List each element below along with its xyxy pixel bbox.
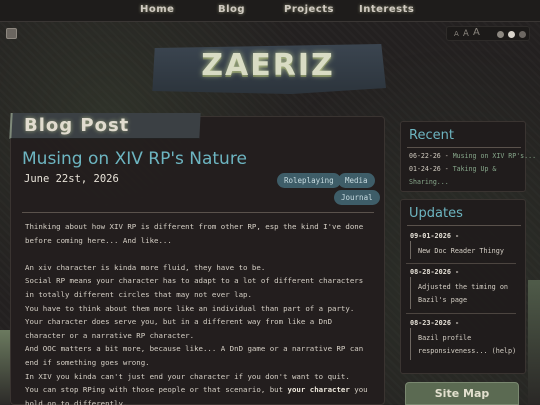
update-separator bbox=[406, 263, 516, 264]
recent-item[interactable]: Sharing... bbox=[409, 178, 449, 186]
post-bold-text: your character bbox=[287, 385, 350, 395]
update-bar bbox=[410, 328, 411, 360]
update-bar bbox=[410, 277, 411, 309]
recent-link[interactable]: Taking Up & bbox=[453, 165, 497, 173]
post-paragraph: Thinking about how XIV RP is different f… bbox=[25, 222, 364, 245]
recent-item[interactable]: 01-24-26 - Taking Up & bbox=[409, 165, 496, 173]
theme-dot-3[interactable] bbox=[519, 31, 526, 38]
nav-blog[interactable]: Blog bbox=[218, 4, 245, 15]
recent-date: 06-22-26 bbox=[409, 152, 441, 160]
post-title: Musing on XIV RP's Nature bbox=[22, 149, 247, 169]
recent-link[interactable]: Sharing... bbox=[409, 178, 449, 186]
decorative-vine bbox=[0, 330, 10, 405]
recent-title: Recent bbox=[409, 128, 454, 143]
tag-journal[interactable]: Journal bbox=[334, 190, 380, 205]
recent-divider bbox=[407, 147, 521, 148]
update-text: Bazil profile responsiveness... (help) bbox=[418, 334, 517, 355]
post-paragraph: An xiv character is kinda more fluid, th… bbox=[25, 262, 266, 272]
blog-post-heading: Blog Post bbox=[24, 115, 130, 136]
post-text: You can stop RPing with those people or … bbox=[25, 385, 288, 395]
nav-interests[interactable]: Interests bbox=[359, 4, 414, 15]
recent-sep: - bbox=[440, 165, 453, 173]
site-map-button[interactable]: Site Map bbox=[405, 382, 519, 405]
menu-icon[interactable] bbox=[6, 28, 17, 39]
nav-home[interactable]: Home bbox=[140, 4, 174, 15]
font-large-button[interactable]: A bbox=[473, 27, 480, 38]
post-paragraph: And OOC matters a bit more, because like… bbox=[25, 344, 364, 367]
update-text: New Doc Reader Thingy bbox=[418, 247, 504, 255]
recent-date: 01-24-26 bbox=[409, 165, 441, 173]
post-body: Thinking about how XIV RP is different f… bbox=[25, 220, 375, 405]
update-bar bbox=[410, 241, 411, 259]
nav-projects[interactable]: Projects bbox=[284, 4, 334, 15]
font-small-button[interactable]: A bbox=[454, 30, 459, 38]
updates-title: Updates bbox=[409, 206, 463, 221]
post-paragraph: You have to think about them more like a… bbox=[25, 303, 355, 313]
post-paragraph: Your character does serve you, but in a … bbox=[25, 317, 333, 340]
post-divider bbox=[22, 212, 374, 213]
update-text: Adjusted the timing on Bazil's page bbox=[418, 283, 509, 304]
recent-item[interactable]: 06-22-26 - Musing on XIV RP's... bbox=[409, 152, 536, 160]
post-paragraph: You can stop RPing with those people or … bbox=[25, 383, 375, 405]
decorative-vine bbox=[528, 280, 540, 405]
updates-divider bbox=[407, 225, 521, 226]
update-date: 08-23-2026 - bbox=[410, 319, 460, 327]
update-date: 09-01-2026 - bbox=[410, 232, 460, 240]
update-separator bbox=[406, 313, 516, 314]
theme-dot-1[interactable] bbox=[497, 31, 504, 38]
tag-roleplaying[interactable]: Roleplaying bbox=[277, 173, 341, 188]
tag-media[interactable]: Media bbox=[338, 173, 375, 188]
post-paragraph: Social RP means your character has to ad… bbox=[25, 276, 364, 299]
update-date: 08-28-2026 - bbox=[410, 268, 460, 276]
site-logo[interactable]: ZAERIZ bbox=[150, 48, 386, 83]
recent-link[interactable]: Musing on XIV RP's... bbox=[453, 152, 536, 160]
top-nav: Home Blog Projects Interests bbox=[0, 0, 540, 22]
post-paragraph: In XIV you kinda can't just end your cha… bbox=[25, 371, 350, 381]
recent-panel: Recent 06-22-26 - Musing on XIV RP's... … bbox=[400, 121, 536, 192]
font-medium-button[interactable]: A bbox=[463, 29, 469, 39]
theme-dot-2[interactable] bbox=[508, 31, 515, 38]
display-settings: A A A bbox=[446, 26, 530, 41]
recent-sep: - bbox=[440, 152, 453, 160]
post-date: June 22st, 2026 bbox=[24, 173, 119, 185]
